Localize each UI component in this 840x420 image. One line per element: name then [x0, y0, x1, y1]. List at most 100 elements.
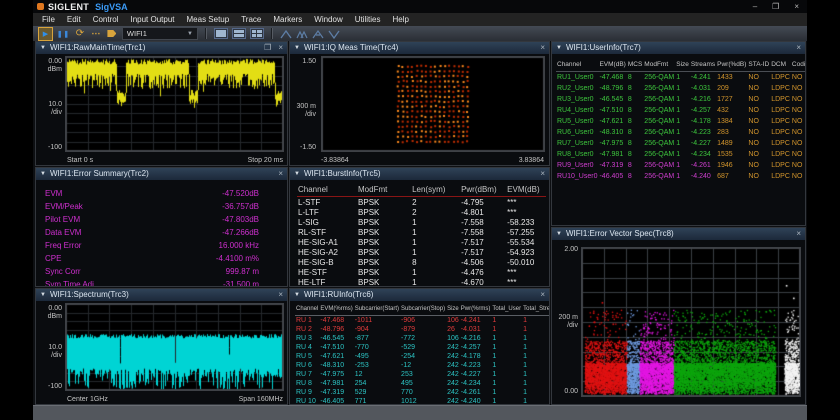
menu-item-window[interactable]: Window [308, 13, 348, 26]
next-peak-button[interactable] [296, 29, 308, 39]
column-header[interactable]: ModFmt [357, 183, 411, 197]
menu-item-markers[interactable]: Markers [267, 13, 308, 26]
column-header[interactable]: EVM(%rms) [319, 303, 353, 316]
column-header[interactable]: EVM(dB) [598, 57, 626, 72]
column-header[interactable]: Pwr(%rms) [460, 303, 492, 316]
restart-button[interactable]: ⟳ [74, 28, 86, 40]
minimize-button[interactable]: – [753, 0, 757, 13]
panel-header[interactable]: ▼ WIFI1:Error Summary(Trc2) × [36, 168, 287, 180]
raw-main-time-plot[interactable] [65, 56, 284, 152]
column-header[interactable]: DCM [770, 57, 791, 72]
column-header[interactable]: Streams [690, 57, 716, 72]
table-row[interactable]: RU 9-47.319529770242-4.26111 [295, 388, 549, 397]
collapse-icon[interactable]: ▼ [40, 289, 46, 301]
close-icon[interactable]: × [278, 168, 283, 180]
table-row[interactable]: RU5_User0-47.6218256-QAM1-4.1781384NOLDP… [556, 116, 805, 127]
table-row[interactable]: HE-STFBPSK1-4.476*** [297, 267, 546, 277]
run-button[interactable]: ▶ [38, 27, 53, 41]
column-header[interactable]: Channel [556, 57, 598, 72]
column-header[interactable]: Len(sym) [411, 183, 460, 197]
maximize-button[interactable]: ❐ [772, 0, 779, 13]
column-header[interactable]: Subcarrier(Start) [354, 303, 400, 316]
table-row[interactable]: RU7_User0-47.9758256-QAM1-4.2271489NOLDP… [556, 138, 805, 149]
menu-item-help[interactable]: Help [387, 13, 415, 26]
table-row[interactable]: L-STFBPSK2-4.795*** [297, 197, 546, 208]
table-row[interactable]: HE-SIG-A2BPSK1-7.517-54.923 [297, 247, 546, 257]
table-row[interactable]: RU 2-48.796-904-87926-4.03111 [295, 325, 549, 334]
table-row[interactable]: RU 5-47.621-495-254242-4.17811 [295, 352, 549, 361]
collapse-icon[interactable]: ▼ [294, 289, 300, 301]
column-header[interactable]: Channel [297, 183, 357, 197]
table-row[interactable]: HE-SIG-BBPSK8-4.506-50.010 [297, 257, 546, 267]
close-icon[interactable]: × [278, 289, 283, 301]
collapse-icon[interactable]: ▼ [40, 168, 46, 180]
panel-header[interactable]: ▼ WIFI1:IQ Meas Time(Trc4) × [290, 42, 549, 54]
column-header[interactable]: Total_User [491, 303, 522, 316]
panel-header[interactable]: ▼ WIFI1:Spectrum(Trc3) × [36, 289, 287, 301]
table-row[interactable]: RU 4-47.510-770-529242-4.25711 [295, 343, 549, 352]
collapse-icon[interactable]: ▼ [294, 42, 300, 54]
marker-to-peak-button[interactable] [312, 29, 324, 39]
layout-split-button[interactable] [232, 28, 246, 39]
table-row[interactable]: RU9_User0-47.3198256-QAM1-4.2611946NOLDP… [556, 160, 805, 171]
constellation-plot[interactable] [321, 56, 545, 152]
table-row[interactable]: RL-STFBPSK1-7.558-57.255 [297, 227, 546, 237]
menu-item-control[interactable]: Control [87, 13, 125, 26]
column-header[interactable]: MCS [627, 57, 643, 72]
menu-item-trace[interactable]: Trace [235, 13, 267, 26]
title-bar[interactable]: SIGLENT SigVSA – ❐ × [33, 0, 807, 13]
close-button[interactable]: × [794, 0, 799, 13]
column-header[interactable]: Subcarrier(Stop) [400, 303, 446, 316]
column-header[interactable]: Size [446, 303, 460, 316]
table-row[interactable]: RU6_User0-48.3108256-QAM1-4.223283NOLDPC… [556, 127, 805, 138]
column-header[interactable]: Pwr(dBm) [460, 183, 506, 197]
table-row[interactable]: RU10_User0-46.4058256-QAM1-4.240687NOLDP… [556, 171, 805, 182]
menu-item-utilities[interactable]: Utilities [349, 13, 387, 26]
collapse-icon[interactable]: ▼ [556, 228, 562, 240]
table-row[interactable]: RU3_User0-46.5458256-QAM1-4.2161727NOLDP… [556, 94, 805, 105]
table-row[interactable]: RU 7-47.97512253242-4.22711 [295, 370, 549, 379]
table-row[interactable]: L-SIGBPSK1-7.558-58.233 [297, 217, 546, 227]
collapse-icon[interactable]: ▼ [556, 42, 562, 54]
column-header[interactable]: Coding [791, 57, 805, 72]
table-row[interactable]: RU 3-46.545-877-772106-4.21611 [295, 334, 549, 343]
table-row[interactable]: RU 6-48.310-253-12242-4.22311 [295, 361, 549, 370]
close-icon[interactable]: × [540, 42, 545, 54]
panel-header[interactable]: ▼ WIFI1:RUInfo(Trc6) × [290, 289, 549, 301]
panel-header[interactable]: ▼ WIFI1:RawMainTime(Trc1) ❐ × [36, 42, 287, 54]
spectrum-plot[interactable] [65, 303, 284, 391]
measurement-select[interactable]: WIFI1 ▼ [122, 27, 198, 40]
table-row[interactable]: RU1_User0-47.4688256-QAM1-4.2411433NOLDP… [556, 72, 805, 84]
collapse-icon[interactable]: ▼ [294, 168, 300, 180]
menu-item-file[interactable]: File [36, 13, 61, 26]
pause-button[interactable]: ❚❚ [57, 28, 70, 40]
panel-header[interactable]: ▼ WIFI1:Error Vector Spec(Trc8) × [552, 228, 805, 240]
column-header[interactable]: Size [675, 57, 690, 72]
table-row[interactable]: RU4_User0-47.5108256-QAM1-4.257432NOLDPC… [556, 105, 805, 116]
table-row[interactable]: RU 8-47.981254495242-4.23411 [295, 379, 549, 388]
close-icon[interactable]: × [796, 228, 801, 240]
table-row[interactable]: RU8_User0-47.9818256-QAM1-4.2341535NOLDP… [556, 149, 805, 160]
peak-search-button[interactable] [280, 29, 292, 39]
close-icon[interactable]: × [796, 42, 801, 54]
column-header[interactable]: Total_Streams [522, 303, 549, 316]
table-row[interactable]: L-LTFBPSK2-4.801*** [297, 207, 546, 217]
table-row[interactable]: RU 10-46.4057711012242-4.24011 [295, 397, 549, 404]
layout-grid-button[interactable] [250, 28, 264, 39]
column-header[interactable]: Channel [295, 303, 319, 316]
table-row[interactable]: RU2_User0-48.7968256-QAM1-4.031209NOLDPC… [556, 83, 805, 94]
column-header[interactable]: ModFmt [643, 57, 675, 72]
table-row[interactable]: HE-SIG-A1BPSK1-7.517-55.534 [297, 237, 546, 247]
error-vector-plot[interactable] [581, 247, 801, 397]
panel-header[interactable]: ▼ WIFI1:UserInfo(Trc7) × [552, 42, 805, 54]
more-button[interactable]: ⋯ [90, 28, 102, 40]
column-header[interactable]: STA-ID [747, 57, 770, 72]
layout-single-button[interactable] [214, 28, 228, 39]
table-row[interactable]: HE-LTFBPSK1-4.670*** [297, 277, 546, 286]
restore-icon[interactable]: ❐ [264, 42, 271, 54]
menu-item-meas-setup[interactable]: Meas Setup [181, 13, 236, 26]
collapse-icon[interactable]: ▼ [40, 42, 46, 54]
close-icon[interactable]: × [540, 289, 545, 301]
menu-item-edit[interactable]: Edit [61, 13, 87, 26]
column-header[interactable]: EVM(dB) [506, 183, 546, 197]
